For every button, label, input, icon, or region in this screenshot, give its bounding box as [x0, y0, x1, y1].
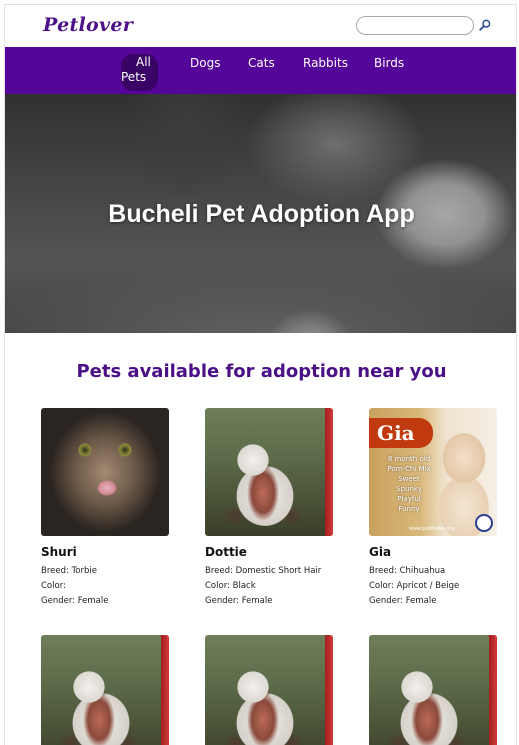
pet-card[interactable]	[205, 635, 335, 745]
hero-title: Bucheli Pet Adoption App	[108, 200, 415, 228]
poster-line: Sweet	[398, 475, 420, 483]
hero-banner: Bucheli Pet Adoption App	[5, 94, 516, 333]
photo-detail	[161, 635, 169, 745]
pet-details: Breed: Torbie Color: Gender: Female	[41, 564, 171, 609]
poster-footer: www.petfinder.org	[409, 526, 455, 532]
gender-label: Gender:	[369, 596, 404, 606]
photo-detail	[489, 635, 497, 745]
photo-detail	[325, 408, 333, 536]
pet-card-dottie[interactable]: Dottie Breed: Domestic Short Hair Color:…	[205, 408, 335, 609]
pet-gender: Female	[77, 596, 109, 606]
nav-item-birds[interactable]: Birds	[374, 56, 404, 71]
pet-photo[interactable]	[205, 635, 333, 745]
pet-photo[interactable]	[41, 408, 169, 536]
search-button[interactable]	[479, 17, 493, 33]
poster-line: Funny	[398, 505, 420, 513]
pet-name: Shuri	[41, 545, 77, 559]
pet-photo[interactable]	[205, 408, 333, 536]
pet-gender: Female	[405, 596, 437, 606]
pet-gender: Female	[241, 596, 273, 606]
section-title: Pets available for adoption near you	[76, 361, 447, 382]
poster-line: 8 month old	[387, 455, 431, 463]
pet-color: Apricot / Beige	[396, 581, 460, 591]
pet-details: Breed: Domestic Short Hair Color: Black …	[205, 564, 335, 609]
pet-card[interactable]	[41, 635, 171, 745]
gender-label: Gender:	[41, 596, 76, 606]
page: Petlover All Pets Dogs Cats Rabbits Bird…	[4, 4, 517, 745]
color-label: Color:	[205, 581, 230, 591]
pet-name: Gia	[369, 545, 392, 559]
breed-label: Breed:	[41, 566, 69, 576]
pet-breed: Chihuahua	[399, 566, 446, 576]
poster-line: Playful	[397, 495, 421, 503]
nav-item-cats[interactable]: Cats	[248, 56, 275, 71]
nav-item-rabbits[interactable]: Rabbits	[303, 56, 348, 71]
poster-name: Gia	[369, 418, 433, 448]
search-input[interactable]	[356, 16, 474, 35]
photo-detail	[325, 635, 333, 745]
pet-photo[interactable]	[369, 635, 497, 745]
gender-label: Gender:	[205, 596, 240, 606]
pet-photo[interactable]: Gia 8 month old Pom-Chi Mix Sweet Spunky…	[369, 408, 497, 536]
poster-line: Pom-Chi Mix	[387, 465, 431, 473]
pet-color: Black	[232, 581, 256, 591]
nav-bar: All Pets Dogs Cats Rabbits Birds	[5, 47, 516, 94]
logo[interactable]: Petlover	[43, 14, 133, 36]
nav-item-all-pets-line2: Pets	[121, 70, 147, 84]
pet-breed: Domestic Short Hair	[235, 566, 322, 576]
nav-item-dogs[interactable]: Dogs	[190, 56, 220, 71]
nav-item-all-pets[interactable]: All Pets	[121, 54, 158, 91]
search-icon	[479, 19, 491, 31]
pet-details: Breed: Chihuahua Color: Apricot / Beige …	[369, 564, 499, 609]
nav-item-all-pets-line1: All	[136, 55, 151, 69]
color-label: Color:	[369, 581, 394, 591]
pet-name: Dottie	[205, 545, 247, 559]
breed-label: Breed:	[205, 566, 233, 576]
pet-breed: Torbie	[71, 566, 97, 576]
breed-label: Breed:	[369, 566, 397, 576]
poster-badge-icon	[475, 514, 493, 532]
pet-card-shuri[interactable]: Shuri Breed: Torbie Color: Gender: Femal…	[41, 408, 171, 609]
poster-line: Spunky	[396, 485, 422, 493]
color-label: Color:	[41, 581, 66, 591]
poster-text: 8 month old Pom-Chi Mix Sweet Spunky Pla…	[379, 454, 439, 514]
top-bar: Petlover	[5, 5, 516, 47]
pet-photo[interactable]	[41, 635, 169, 745]
pet-card[interactable]	[369, 635, 499, 745]
pet-card-gia[interactable]: Gia 8 month old Pom-Chi Mix Sweet Spunky…	[369, 408, 499, 609]
